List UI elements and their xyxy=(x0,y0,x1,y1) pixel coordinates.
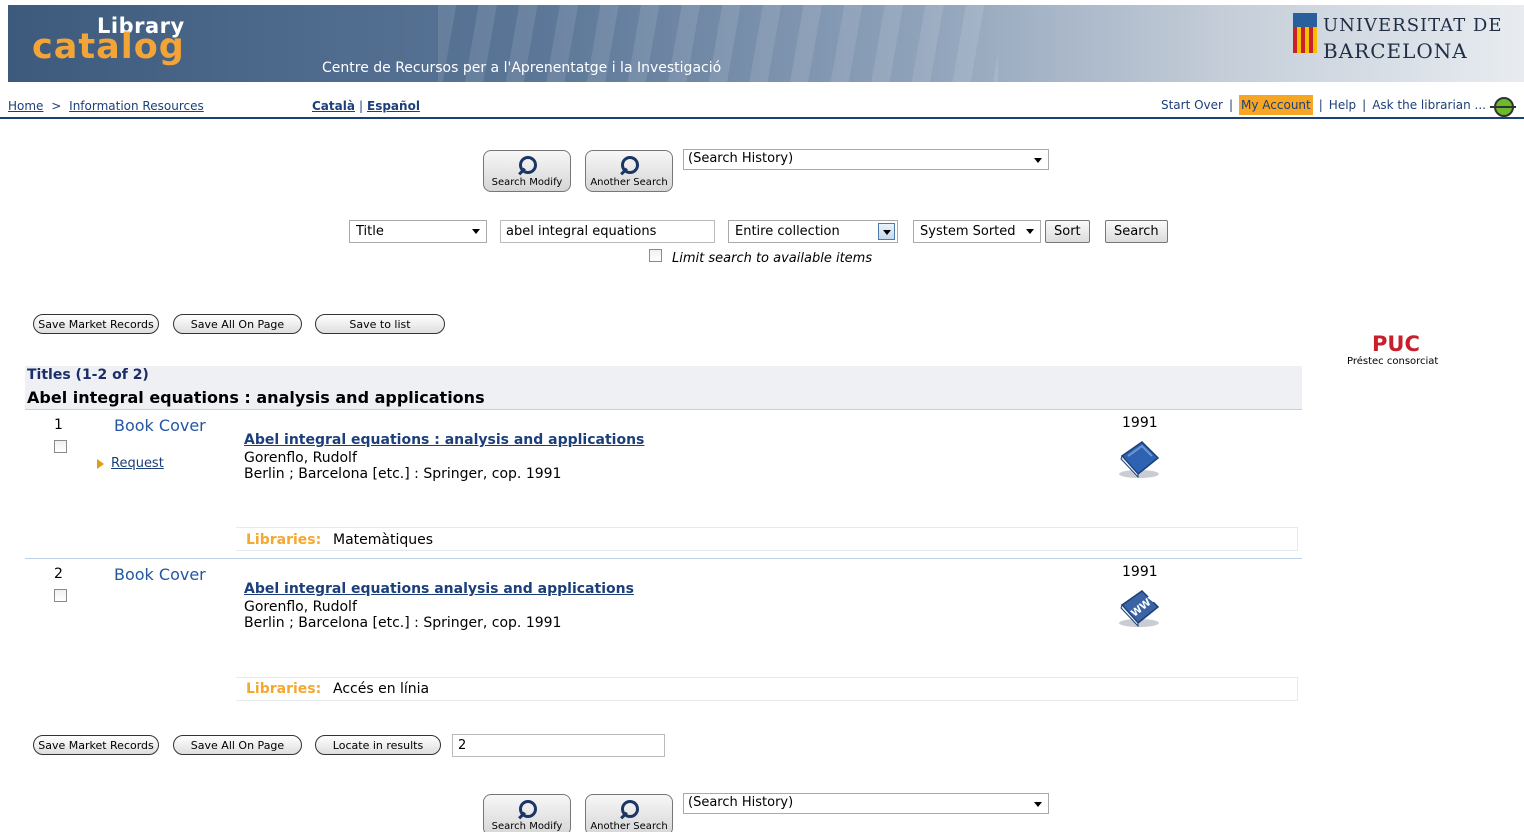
search-modify-icon xyxy=(517,800,537,820)
breadcrumb: Home > Information Resources xyxy=(8,99,204,113)
search-modify-label: Search Modify xyxy=(491,821,563,832)
request-arrow-icon xyxy=(97,459,104,469)
lang-espanol-link[interactable]: Español xyxy=(367,99,420,113)
limit-available-label: Limit search to available items xyxy=(672,251,873,266)
university-name-line1: UNIVERSITAT DE xyxy=(1323,15,1503,36)
nav-bar: Home > Information Resources Català | Espa… xyxy=(0,91,1524,119)
university-name-line2: BARCELONA xyxy=(1323,39,1468,63)
save-all-on-page-button[interactable]: Save All On Page xyxy=(173,314,302,334)
search-history-value: (Search History) xyxy=(688,151,794,166)
breadcrumb-information-resources[interactable]: Information Resources xyxy=(69,99,204,113)
breadcrumb-separator: > xyxy=(51,99,62,113)
another-search-button[interactable]: Another Search xyxy=(585,794,673,832)
search-button[interactable]: Search xyxy=(1105,220,1168,243)
chevron-down-icon xyxy=(472,229,480,234)
language-switcher: Català | Español xyxy=(312,99,420,113)
ask-librarian-link[interactable]: Ask the librarian ... xyxy=(1372,98,1486,112)
result-year: 1991 xyxy=(1122,415,1158,431)
another-search-button[interactable]: Another Search xyxy=(585,150,673,192)
book-icon xyxy=(1119,441,1160,479)
sort-order-select[interactable]: System Sorted xyxy=(913,220,1041,243)
group-title: Abel integral equations : analysis and a… xyxy=(27,388,485,407)
www-icon: WWW xyxy=(1119,590,1162,628)
result-author: Gorenflo, Rudolf xyxy=(244,599,357,615)
result-select-checkbox[interactable] xyxy=(54,440,67,453)
puc-logo[interactable]: PUC xyxy=(1372,332,1420,356)
result-number: 2 xyxy=(54,566,63,582)
start-over-link[interactable]: Start Over xyxy=(1161,98,1223,112)
chevron-down-icon xyxy=(1034,802,1042,807)
result-number: 1 xyxy=(54,417,63,433)
search-history-select[interactable]: (Search History) xyxy=(683,793,1049,814)
search-field-value: Title xyxy=(356,224,384,239)
locate-input[interactable]: 2 xyxy=(452,734,665,757)
pipe-separator: | xyxy=(1318,98,1323,112)
locate-in-results-button[interactable]: Locate in results xyxy=(315,735,441,755)
search-history-select[interactable]: (Search History) xyxy=(683,149,1049,170)
my-account-link[interactable]: My Account xyxy=(1239,95,1313,115)
breadcrumb-home[interactable]: Home xyxy=(8,99,43,113)
lang-catala-link[interactable]: Català xyxy=(312,99,355,113)
pipe-separator: | xyxy=(1362,98,1367,112)
search-input[interactable]: abel integral equations xyxy=(500,220,715,243)
result-divider xyxy=(25,558,1302,559)
university-crest-icon xyxy=(1293,13,1317,55)
result-title-link[interactable]: Abel integral equations : analysis and a… xyxy=(244,432,644,448)
another-search-icon xyxy=(619,156,639,176)
chevron-down-icon xyxy=(878,223,895,240)
libraries-value: Matemàtiques xyxy=(333,532,434,548)
book-cover-link[interactable]: Book Cover xyxy=(114,416,206,435)
result-select-checkbox[interactable] xyxy=(54,589,67,602)
libraries-label: Libraries: xyxy=(246,532,322,548)
save-marked-records-button[interactable]: Save Market Records xyxy=(33,314,159,334)
libraries-value: Accés en línia xyxy=(333,681,430,697)
user-links: Start Over | My Account | Help | Ask the… xyxy=(1161,95,1486,115)
result-publisher: Berlin ; Barcelona [etc.] : Springer, co… xyxy=(244,615,562,631)
another-search-label: Another Search xyxy=(590,177,668,188)
collection-scope-select[interactable]: Entire collection xyxy=(728,220,898,243)
collection-scope-value: Entire collection xyxy=(735,224,840,239)
header-banner: Library catalog Centre de Recursos per a… xyxy=(8,5,1524,82)
logo-catalog-text: catalog xyxy=(32,27,185,67)
request-link[interactable]: Request xyxy=(111,456,164,471)
save-marked-records-button[interactable]: Save Market Records xyxy=(33,735,159,755)
titles-bar xyxy=(25,366,1302,386)
search-history-value: (Search History) xyxy=(688,795,794,810)
lang-separator: | xyxy=(358,99,363,113)
search-modify-label: Search Modify xyxy=(491,177,563,188)
sort-order-value: System Sorted xyxy=(920,224,1016,239)
limit-available-checkbox[interactable] xyxy=(649,249,662,262)
pipe-separator: | xyxy=(1228,98,1234,112)
results-count: Titles (1-2 of 2) xyxy=(27,367,149,383)
result-publisher: Berlin ; Barcelona [etc.] : Springer, co… xyxy=(244,466,562,482)
book-cover-link[interactable]: Book Cover xyxy=(114,565,206,584)
result-title-link[interactable]: Abel integral equations analysis and app… xyxy=(244,581,634,597)
search-modify-icon xyxy=(517,156,537,176)
puc-caption: Préstec consorciat xyxy=(1347,356,1439,367)
result-year: 1991 xyxy=(1122,564,1158,580)
search-modify-button[interactable]: Search Modify xyxy=(483,150,571,192)
chevron-down-icon xyxy=(1026,229,1034,234)
save-to-list-button[interactable]: Save to list xyxy=(315,314,445,334)
result-author: Gorenflo, Rudolf xyxy=(244,450,357,466)
search-modify-button[interactable]: Search Modify xyxy=(483,794,571,832)
ask-librarian-icon[interactable] xyxy=(1490,97,1516,117)
chevron-down-icon xyxy=(1034,158,1042,163)
save-all-on-page-button[interactable]: Save All On Page xyxy=(173,735,302,755)
another-search-label: Another Search xyxy=(590,821,668,832)
banner-subtitle: Centre de Recursos per a l'Aprenentatge … xyxy=(322,60,722,76)
sort-button[interactable]: Sort xyxy=(1045,220,1090,243)
help-link[interactable]: Help xyxy=(1329,98,1356,112)
another-search-icon xyxy=(619,800,639,820)
search-field-select[interactable]: Title xyxy=(349,220,487,243)
libraries-label: Libraries: xyxy=(246,681,322,697)
